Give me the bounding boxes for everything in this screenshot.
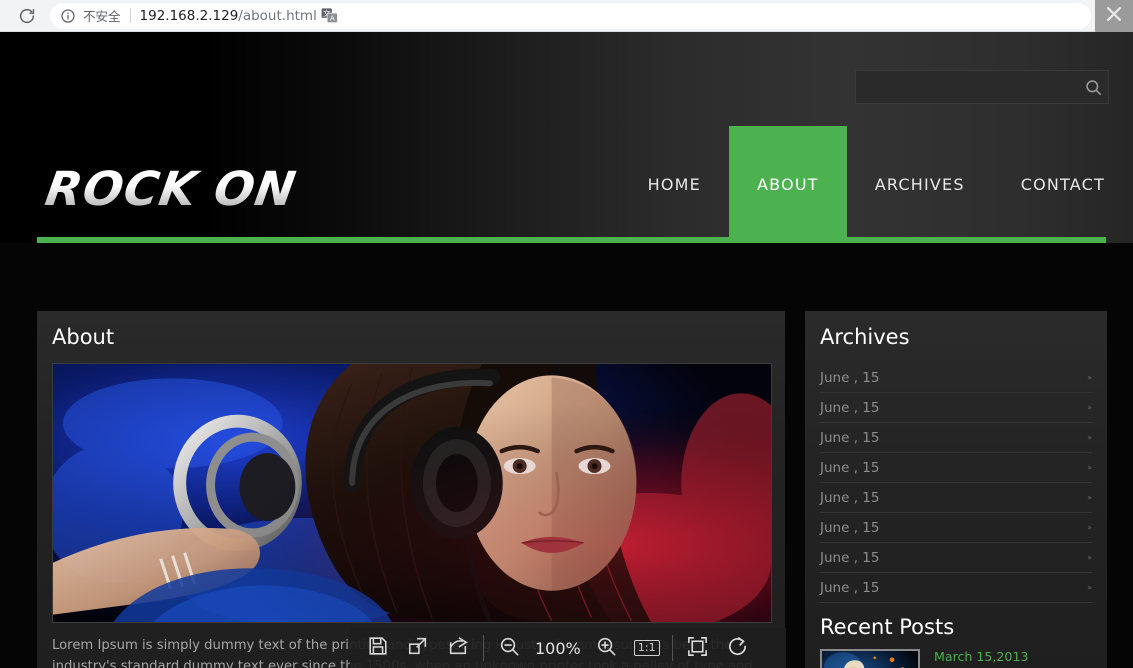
sidebar: Archives June , 15 » June , 15 » June , …: [805, 311, 1107, 668]
chevron-right-icon: »: [1087, 522, 1092, 532]
nav-item-about[interactable]: ABOUT: [729, 126, 847, 243]
list-item[interactable]: June , 15 »: [820, 483, 1092, 513]
nav-item-archives[interactable]: ARCHIVES: [847, 126, 993, 243]
archives-title: Archives: [820, 325, 910, 349]
chevron-right-icon: »: [1087, 372, 1092, 382]
list-item[interactable]: June , 15 »: [820, 363, 1092, 393]
web-page: ROCK ON HOME ABOUT ARCHIVES CONTACT Abou…: [0, 32, 1133, 668]
recent-posts-title: Recent Posts: [820, 615, 955, 639]
zoom-out-icon: [498, 635, 521, 662]
fit-frame-button[interactable]: [678, 628, 718, 668]
chevron-right-icon: »: [1087, 432, 1092, 442]
search-icon[interactable]: [1078, 71, 1108, 103]
archive-label: June , 15: [820, 549, 880, 566]
recent-post-date: March 15,2013: [934, 649, 1029, 664]
search-input[interactable]: [856, 71, 1078, 103]
rotate-clockwise-icon: [726, 635, 749, 662]
browser-chrome: 不安全 192.168.2.129/about.html 文 A: [0, 0, 1133, 32]
reload-icon: [18, 7, 36, 25]
url-display: 192.168.2.129/about.html: [140, 8, 317, 24]
reload-button[interactable]: [12, 1, 42, 31]
share-icon: [447, 635, 469, 661]
chevron-right-icon: »: [1087, 552, 1092, 562]
zoom-out-button[interactable]: [489, 628, 529, 668]
nav-item-contact[interactable]: CONTACT: [993, 126, 1133, 243]
recent-post-thumbnail: [820, 649, 920, 668]
main-nav: HOME ABOUT ARCHIVES CONTACT: [620, 126, 1133, 243]
svg-text:A: A: [330, 13, 335, 22]
toolbar-divider: [671, 635, 673, 661]
site-header: ROCK ON HOME ABOUT ARCHIVES CONTACT: [0, 32, 1133, 243]
chevron-right-icon: »: [1087, 492, 1092, 502]
fit-frame-icon: [686, 635, 709, 662]
content-area: About Lorem Ipsum is simply dummy text o…: [0, 243, 1133, 668]
nav-item-home[interactable]: HOME: [620, 126, 729, 243]
close-button[interactable]: [1095, 0, 1133, 32]
save-icon: [367, 635, 389, 661]
translate-icon[interactable]: 文 A: [317, 3, 343, 29]
recent-post-meta: March 15,2013 Lorem ipsum: [934, 649, 1064, 668]
about-panel: About Lorem Ipsum is simply dummy text o…: [37, 311, 785, 668]
page-title: About: [52, 325, 115, 349]
zoom-in-icon: [595, 635, 618, 662]
recent-post-item[interactable]: March 15,2013 Lorem ipsum: [820, 649, 1092, 668]
archive-label: June , 15: [820, 519, 880, 536]
share-button[interactable]: [438, 628, 478, 668]
archive-label: June , 15: [820, 579, 880, 596]
archive-label: June , 15: [820, 399, 880, 416]
archives-list: June , 15 » June , 15 » June , 15 » June…: [820, 363, 1092, 603]
about-hero-image: [52, 363, 772, 623]
list-item[interactable]: June , 15 »: [820, 393, 1092, 423]
list-item[interactable]: June , 15 »: [820, 423, 1092, 453]
list-item[interactable]: June , 15 »: [820, 543, 1092, 573]
zoom-in-button[interactable]: [587, 628, 627, 668]
url-path: /about.html: [238, 7, 317, 24]
info-circle-icon[interactable]: [60, 8, 76, 24]
list-item[interactable]: June , 15 »: [820, 513, 1092, 543]
archive-label: June , 15: [820, 489, 880, 506]
close-icon: [1103, 3, 1125, 29]
chevron-right-icon: »: [1087, 462, 1092, 472]
archive-label: June , 15: [820, 369, 880, 386]
list-item[interactable]: June , 15 »: [820, 573, 1092, 603]
open-external-button[interactable]: [398, 628, 438, 668]
chevron-right-icon: »: [1087, 402, 1092, 412]
omnibox-divider: [129, 8, 131, 23]
actual-size-button[interactable]: 1:1: [627, 628, 667, 668]
rotate-button[interactable]: [718, 628, 758, 668]
archive-label: June , 15: [820, 429, 880, 446]
open-external-icon: [407, 635, 429, 661]
archive-label: June , 15: [820, 459, 880, 476]
search-box[interactable]: [855, 70, 1109, 104]
security-status-label: 不安全: [83, 9, 121, 24]
address-bar[interactable]: 不安全 192.168.2.129/about.html 文 A: [50, 2, 1091, 29]
image-viewer-toolbar: 100% 1:1: [350, 628, 786, 668]
list-item[interactable]: June , 15 »: [820, 453, 1092, 483]
toolbar-divider: [483, 635, 484, 661]
site-logo[interactable]: ROCK ON: [42, 162, 300, 217]
chevron-right-icon: »: [1087, 582, 1092, 592]
url-host: 192.168.2.129: [139, 7, 239, 24]
save-button[interactable]: [358, 628, 398, 668]
actual-size-label: 1:1: [633, 639, 660, 657]
zoom-level-label: 100%: [535, 638, 581, 658]
